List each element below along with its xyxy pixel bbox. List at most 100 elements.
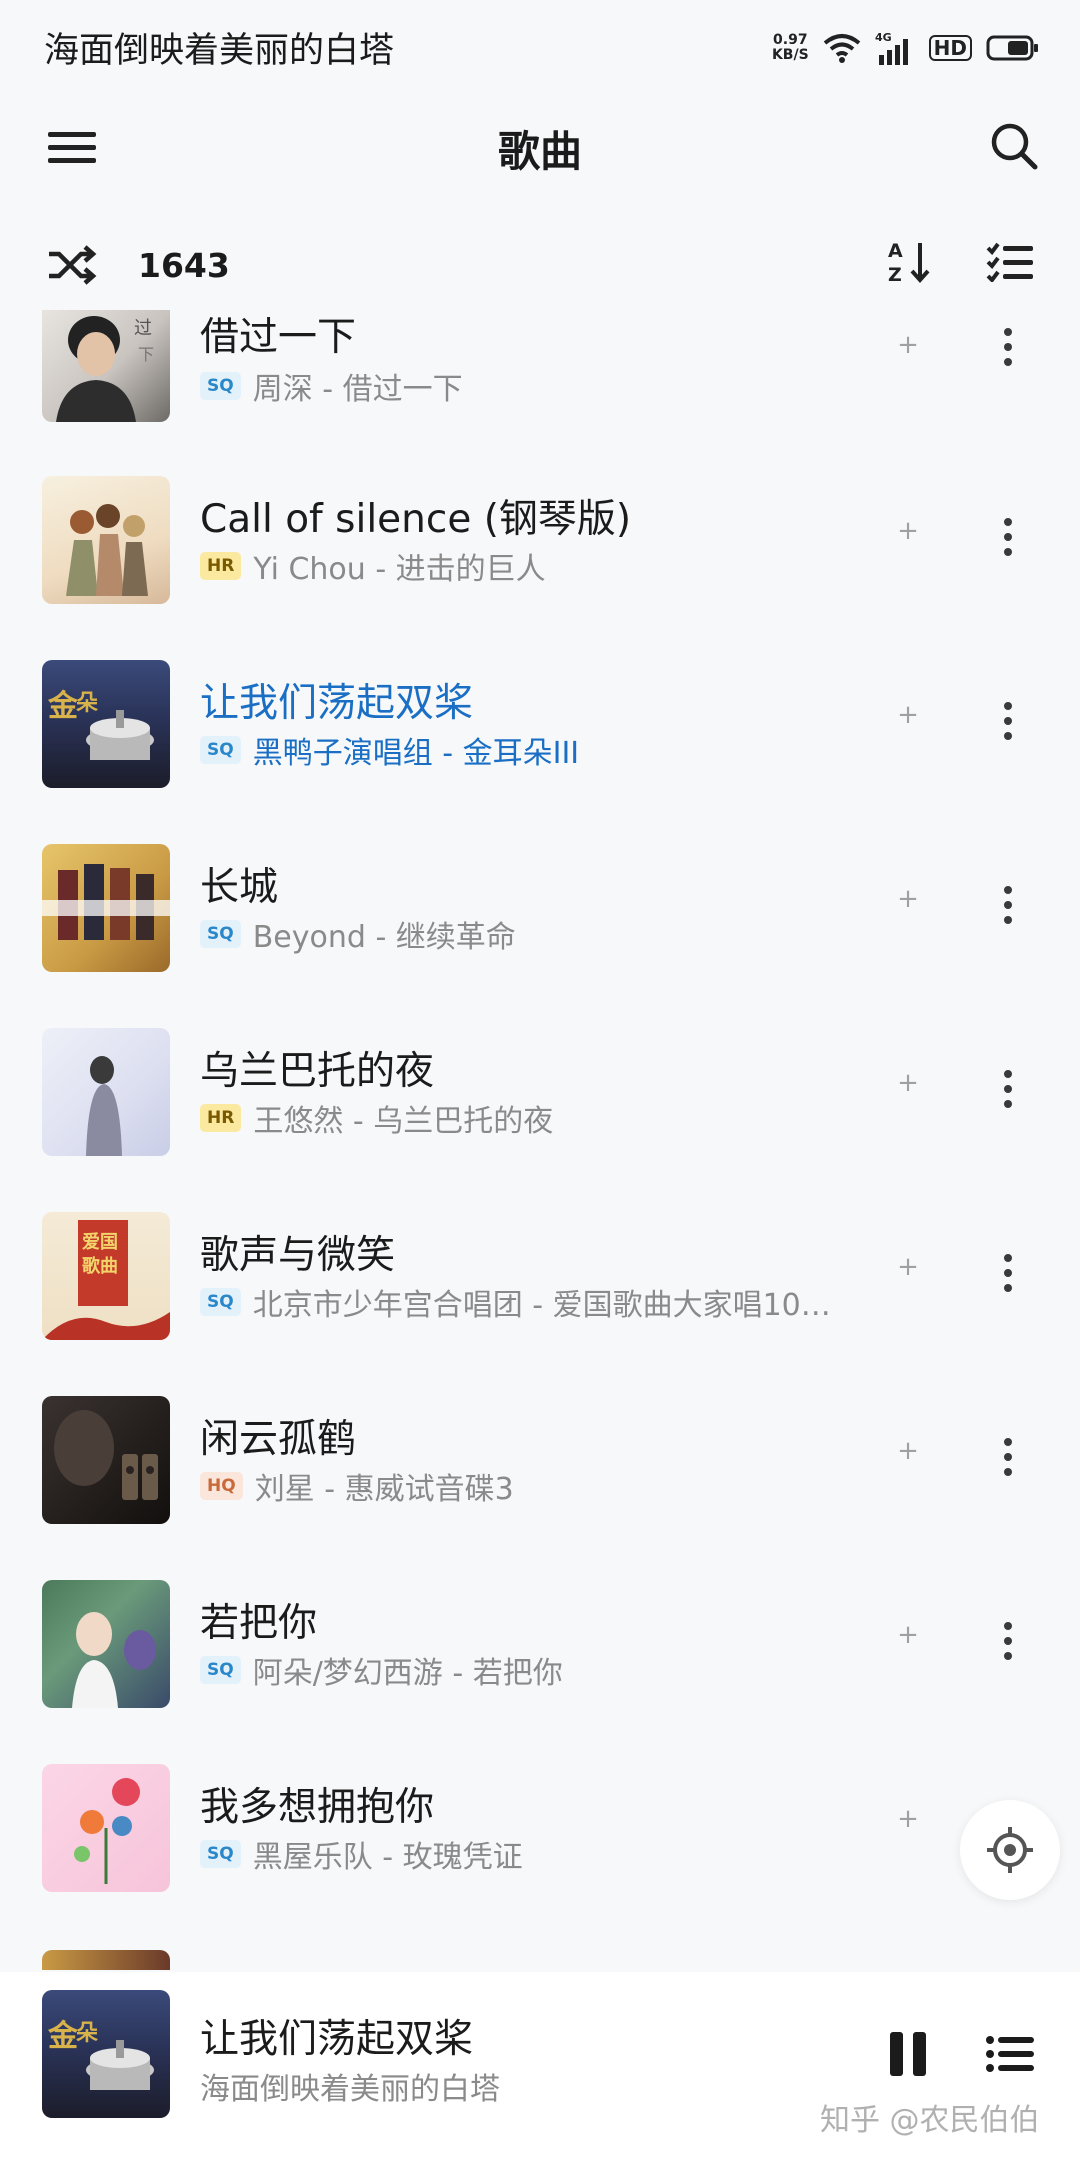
sort-button[interactable]: A Z	[882, 234, 938, 290]
add-button[interactable]: +	[896, 884, 920, 914]
svg-text:过: 过	[134, 318, 152, 339]
album-cover	[42, 1950, 170, 1970]
locate-icon	[987, 1827, 1033, 1873]
locate-current-button[interactable]	[960, 1800, 1060, 1900]
more-button[interactable]	[996, 1622, 1020, 1662]
svg-text:金: 金	[47, 2019, 79, 2054]
song-count: 1643	[138, 246, 230, 285]
more-button[interactable]	[996, 702, 1020, 742]
quality-badge: SQ	[200, 920, 241, 948]
quality-badge: SQ	[200, 1840, 241, 1868]
song-subtitle: SQ 周深 - 借过一下	[200, 364, 463, 408]
song-row[interactable]: 我多想拥抱你 SQ 黑屋乐队 - 玫瑰凭证 +	[0, 1764, 1080, 1948]
svg-text:朵: 朵	[76, 2020, 98, 2046]
artist-album: 北京市少年宫合唱团 - 爱国歌曲大家唱100...	[252, 1288, 840, 1323]
song-title: Call of silence (钢琴版)	[200, 497, 632, 542]
song-subtitle: HR Yi Chou - 进击的巨人	[200, 544, 546, 588]
song-row[interactable]: 长城 SQ Beyond - 继续革命 +	[0, 844, 1080, 1028]
song-subtitle: SQ 北京市少年宫合唱团 - 爱国歌曲大家唱100...	[200, 1280, 840, 1324]
artist-album: 王悠然 - 乌兰巴托的夜	[253, 1104, 554, 1139]
song-row[interactable]: 过 下 借过一下 SQ 周深 - 借过一下 +	[0, 310, 1080, 488]
svg-text:下: 下	[138, 345, 154, 364]
add-button[interactable]: +	[896, 700, 920, 730]
song-subtitle: SQ 黑屋乐队 - 玫瑰凭证	[200, 1832, 523, 1876]
more-button[interactable]	[996, 518, 1020, 558]
song-title: 若把你	[200, 1601, 318, 1646]
album-cover	[42, 1764, 170, 1892]
artist-album: 周深 - 借过一下	[252, 372, 463, 407]
artist-album: 黑鸭子演唱组 - 金耳朵III	[252, 736, 580, 771]
artist-album: 刘星 - 惠威试音碟3	[254, 1472, 514, 1507]
add-button[interactable]: +	[896, 1436, 920, 1466]
battery-icon	[986, 35, 1038, 61]
album-cover	[42, 1028, 170, 1156]
app-bar: 歌曲	[0, 90, 1080, 220]
multi-select-button[interactable]	[982, 234, 1038, 290]
song-title: 乌兰巴托的夜	[200, 1049, 435, 1094]
song-title: 长城	[200, 865, 279, 910]
svg-text:A: A	[888, 240, 903, 262]
song-row-playing[interactable]: 金 朵 让我们荡起双桨 SQ 黑鸭子演唱组 - 金耳朵III +	[0, 660, 1080, 844]
song-title: 歌声与微笑	[200, 1233, 396, 1278]
album-cover: 金 朵	[42, 660, 170, 788]
page-title: 歌曲	[497, 127, 582, 176]
search-button[interactable]	[978, 110, 1050, 182]
pause-button[interactable]	[878, 2024, 938, 2084]
playlist-button[interactable]	[980, 2024, 1040, 2084]
add-button[interactable]: +	[896, 1252, 920, 1282]
add-button[interactable]: +	[896, 330, 920, 360]
more-button[interactable]	[996, 1438, 1020, 1478]
svg-text:Z: Z	[888, 264, 902, 285]
song-row[interactable]: 若把你 SQ 阿朵/梦幻西游 - 若把你 +	[0, 1580, 1080, 1764]
svg-text:朵: 朵	[76, 690, 98, 716]
quality-badge: HQ	[200, 1472, 243, 1500]
add-button[interactable]: +	[896, 1804, 920, 1834]
song-subtitle: HQ 刘星 - 惠威试音碟3	[200, 1464, 514, 1508]
more-button[interactable]	[996, 1070, 1020, 1110]
wifi-icon	[823, 34, 860, 63]
album-cover: 爱国 歌曲	[42, 1212, 170, 1340]
song-row[interactable]: 乌兰巴托的夜 HR 王悠然 - 乌兰巴托的夜 +	[0, 1028, 1080, 1212]
quality-badge: SQ	[200, 372, 241, 400]
song-subtitle: SQ Beyond - 继续革命	[200, 912, 516, 956]
album-cover	[42, 1396, 170, 1524]
album-cover: 过 下	[42, 310, 170, 422]
song-title: 我多想拥抱你	[200, 1785, 435, 1830]
watermark: 知乎 @农民伯伯	[820, 2103, 1040, 2138]
more-button[interactable]	[996, 328, 1020, 368]
song-row[interactable]: 爱国 歌曲 歌声与微笑 SQ 北京市少年宫合唱团 - 爱国歌曲大家唱100...…	[0, 1212, 1080, 1396]
status-notification: 海面倒映着美丽的白塔	[44, 31, 395, 71]
quality-badge: SQ	[200, 1656, 241, 1684]
more-button[interactable]	[996, 886, 1020, 926]
album-cover	[42, 844, 170, 972]
song-list: 过 下 借过一下 SQ 周深 - 借过一下 + Call of silence …	[0, 310, 1080, 1970]
svg-text:金: 金	[47, 689, 79, 724]
song-row[interactable]	[0, 1950, 1080, 1970]
artist-album: Yi Chou - 进击的巨人	[253, 552, 546, 587]
quality-badge: SQ	[200, 736, 241, 764]
svg-text:歌曲: 歌曲	[82, 1255, 118, 1277]
now-playing-cover[interactable]: 金 朵	[42, 1990, 170, 2118]
hd-icon: HD	[928, 35, 972, 61]
more-button[interactable]	[996, 1254, 1020, 1294]
shuffle-icon	[49, 245, 97, 285]
net-speed: 0.97 KB/S	[771, 32, 809, 63]
now-playing-subtitle: 海面倒映着美丽的白塔	[200, 2072, 500, 2107]
pause-icon	[890, 2032, 926, 2076]
add-button[interactable]: +	[896, 1068, 920, 1098]
now-playing-title: 让我们荡起双桨	[200, 2017, 474, 2062]
quality-badge: HR	[200, 1104, 242, 1132]
add-button[interactable]: +	[896, 516, 920, 546]
add-button[interactable]: +	[896, 1620, 920, 1650]
song-row[interactable]: Call of silence (钢琴版) HR Yi Chou - 进击的巨人…	[0, 476, 1080, 660]
shuffle-button[interactable]	[44, 240, 100, 290]
svg-text:爱国: 爱国	[82, 1232, 118, 1253]
artist-album: 阿朵/梦幻西游 - 若把你	[252, 1656, 563, 1691]
song-row[interactable]: 闲云孤鹤 HQ 刘星 - 惠威试音碟3 +	[0, 1396, 1080, 1580]
signal-icon: 4G	[875, 31, 908, 65]
song-title: 借过一下	[200, 315, 357, 360]
quality-badge: HR	[200, 552, 242, 580]
svg-text:4G: 4G	[875, 31, 892, 44]
quality-badge: SQ	[200, 1288, 241, 1316]
song-subtitle: SQ 阿朵/梦幻西游 - 若把你	[200, 1648, 563, 1692]
